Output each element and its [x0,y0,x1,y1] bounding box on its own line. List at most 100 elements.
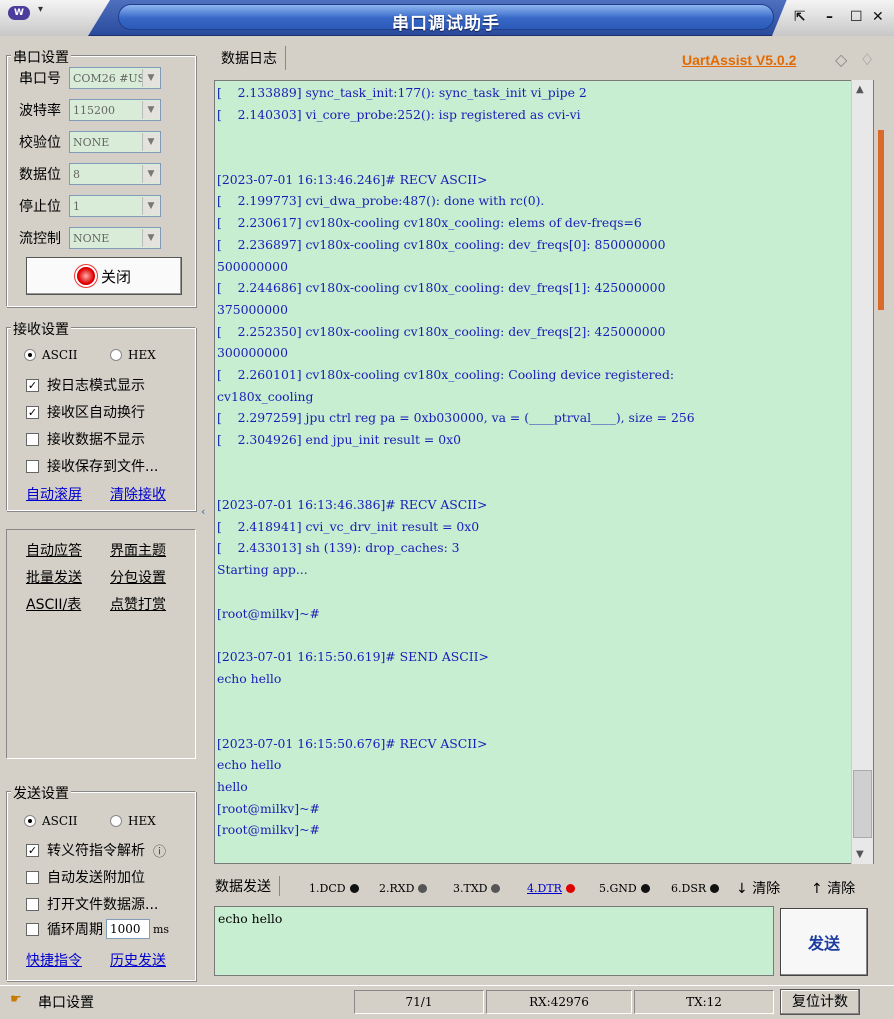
parity-select[interactable]: NONE ▼ [69,131,161,153]
send-button[interactable]: 发送 [780,908,868,976]
pin-label: 2.RXD [379,882,415,895]
pin-dcd[interactable]: 1.DCD [309,882,359,895]
flow-label: 流控制 [19,231,61,247]
send-hex-radio[interactable]: HEX [110,814,156,828]
log-line: [2023-07-01 16:15:50.676]# RECV ASCII> [217,735,488,751]
shortcuts-link[interactable]: 快捷指令 [26,950,82,970]
pin-rxd[interactable]: 2.RXD [379,882,428,895]
info-icon[interactable]: ⓘ [153,841,166,860]
flow-select[interactable]: NONE ▼ [69,227,161,249]
tab-data-send[interactable]: 数据发送 [215,876,280,896]
chevron-down-icon[interactable]: ▼ [142,165,159,183]
clear-recv-link[interactable]: 清除接收 [110,484,166,504]
recv-option-hide[interactable]: 接收数据不显示 [26,429,145,449]
log-line: [ 2.230617] cv180x-cooling cv180x_coolin… [217,215,642,231]
pin-dsr[interactable]: 6.DSR [671,882,720,895]
flow-row: 流控制 NONE ▼ [7,226,161,250]
checkbox-checked-icon[interactable]: ✓ [26,405,39,419]
stopbits-select[interactable]: 1 ▼ [69,195,161,217]
reset-count-button[interactable]: 复位计数 [780,989,860,1015]
radio-selected-icon[interactable] [24,815,36,827]
minimize-icon[interactable]: – [826,9,833,25]
log-output[interactable]: [ 2.133889] sync_task_init:177(): sync_t… [214,80,874,864]
chevron-left-icon[interactable]: ‹ [201,505,205,518]
recv-option-log-mode[interactable]: ✓ 按日志模式显示 [26,375,145,395]
restore-icon[interactable]: ⇱ [794,9,806,25]
cycle-period-input[interactable]: 1000 [106,919,150,939]
close-icon[interactable]: ✕ [872,9,884,25]
checkbox-checked-icon[interactable]: ✓ [26,843,39,857]
radio-icon[interactable] [110,349,122,361]
chevron-down-icon[interactable]: ▼ [142,229,159,247]
app-icon[interactable]: W [8,6,30,20]
recv-hex-radio[interactable]: HEX [110,348,156,362]
recv-ascii-radio[interactable]: ASCII [24,348,78,362]
checkbox-icon[interactable] [26,897,39,911]
chevron-down-icon[interactable]: ▼ [142,101,159,119]
log-line: [ 2.260101] cv180x-cooling cv180x_coolin… [217,366,675,382]
batch-send-link[interactable]: 批量发送 [26,567,82,587]
databits-select[interactable]: 8 ▼ [69,163,161,185]
port-select[interactable]: COM26 #US ▼ [69,67,161,89]
scroll-thumb[interactable] [853,770,872,838]
window-controls: ⇱ – ☐ ✕ [772,0,894,36]
brand-link[interactable]: UartAssist V5.0.2 [682,52,796,68]
pin-txd[interactable]: 3.TXD [453,882,501,895]
send-option-file[interactable]: 打开文件数据源... [26,894,158,914]
log-content: [ 2.133889] sync_task_init:177(): sync_t… [217,82,847,841]
history-link[interactable]: 历史发送 [110,950,166,970]
status-port-settings[interactable]: 串口设置 [38,992,94,1012]
pin-dtr[interactable]: 4.DTR [527,882,575,895]
send-input[interactable]: echo hello [214,906,774,976]
recv-option-wrap[interactable]: ✓ 接收区自动换行 [26,402,145,422]
auto-reply-link[interactable]: 自动应答 [26,540,82,560]
panel-splitter[interactable]: ‹ [201,455,208,525]
log-line: [2023-07-01 16:13:46.386]# RECV ASCII> [217,497,488,513]
bell-icon[interactable]: ♢ [860,50,874,69]
log-line: [ 2.418941] cvi_vc_drv_init result = 0x0 [217,518,480,534]
log-header: 数据日志 UartAssist V5.0.2 ◇ ♢ [209,44,889,72]
close-port-button[interactable]: 关闭 [26,257,182,295]
log-scrollbar[interactable]: ▲ ▼ [851,80,873,864]
recv-option-save[interactable]: 接收保存到文件... [26,456,158,476]
clear-send-button[interactable]: ↑ 清除 [811,878,855,898]
radio-selected-icon[interactable] [24,349,36,361]
chevron-down-icon[interactable]: ▼ [142,197,159,215]
recv-option-label: 接收数据不显示 [47,432,145,448]
donate-link[interactable]: 点赞打赏 [110,594,166,614]
tab-data-log[interactable]: 数据日志 [213,46,286,70]
diamond-icon[interactable]: ◇ [835,50,847,69]
send-option-cycle[interactable]: 循环周期 1000 ms [26,919,169,939]
send-option-append[interactable]: 自动发送附加位 [26,867,145,887]
led-icon [349,884,359,893]
checkbox-icon[interactable] [26,870,39,884]
scroll-up-icon[interactable]: ▲ [856,84,864,95]
checkbox-icon[interactable] [26,459,39,473]
checkbox-icon[interactable] [26,922,39,936]
pin-label: 1.DCD [309,882,346,895]
clear-recv-button[interactable]: ↓ 清除 [736,878,780,898]
status-position: 71/1 [354,990,484,1014]
packet-settings-link[interactable]: 分包设置 [110,567,166,587]
ascii-table-link[interactable]: ASCII/表 [26,594,81,614]
auto-scroll-link[interactable]: 自动滚屏 [26,484,82,504]
send-ascii-radio[interactable]: ASCII [24,814,78,828]
theme-link[interactable]: 界面主题 [110,540,166,560]
chevron-down-icon[interactable]: ▼ [142,133,159,151]
baud-select[interactable]: 115200 ▼ [69,99,161,121]
send-option-escape[interactable]: ✓ 转义符指令解析 ⓘ [26,840,166,860]
checkbox-checked-icon[interactable]: ✓ [26,378,39,392]
stopbits-label: 停止位 [19,199,61,215]
maximize-icon[interactable]: ☐ [850,9,863,25]
log-line: 375000000 [217,301,288,317]
chevron-down-icon[interactable]: ▼ [142,69,159,87]
status-bar: ☛ 串口设置 71/1 RX:42976 TX:12 复位计数 [0,985,894,1019]
radio-icon[interactable] [110,815,122,827]
app-menu-chevron-down-icon[interactable]: ▾ [38,4,43,15]
pin-gnd[interactable]: 5.GND [599,882,650,895]
scroll-down-icon[interactable]: ▼ [856,849,864,860]
port-row: 串口号 COM26 #US ▼ [7,66,161,90]
baud-label: 波特率 [19,103,61,119]
checkbox-icon[interactable] [26,432,39,446]
